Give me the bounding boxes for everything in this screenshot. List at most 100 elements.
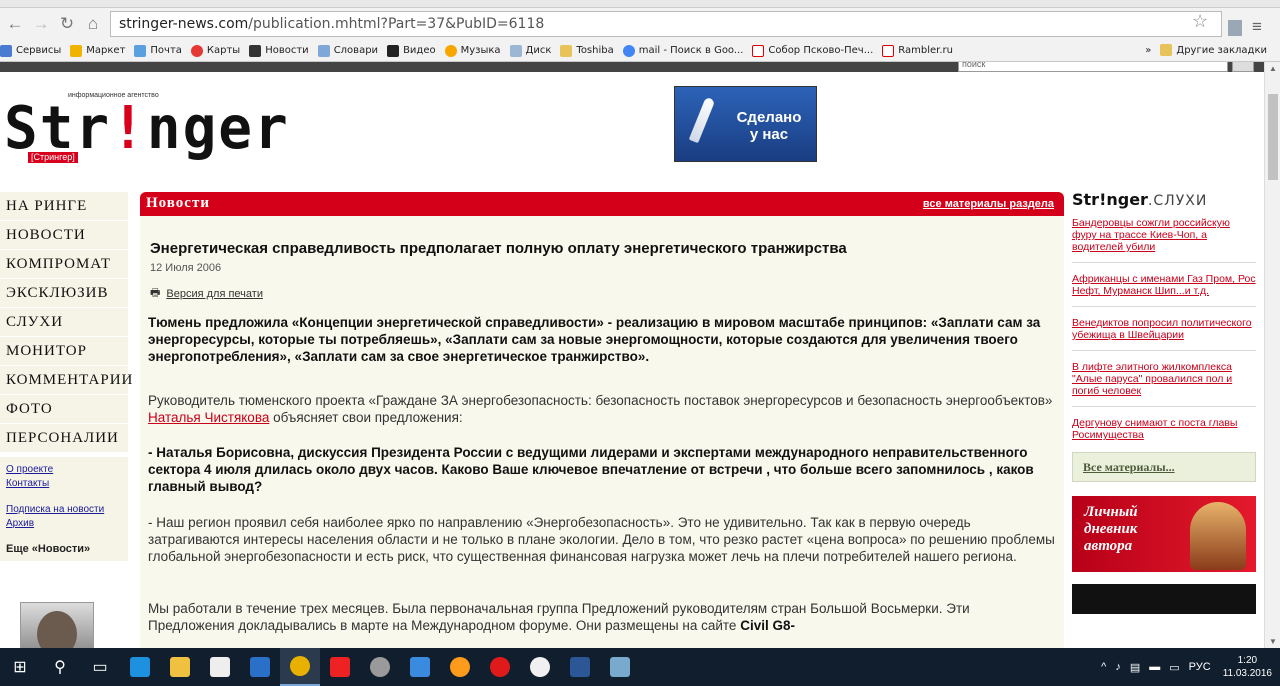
bookmark-item[interactable]: Карты [190,44,240,57]
news-thumbnail[interactable] [20,602,94,648]
nav-item-monitor[interactable]: Монитор [0,337,128,366]
store-icon[interactable] [200,648,240,686]
folder-icon [560,44,573,57]
nav-item-comments[interactable]: Комментарии [0,366,132,395]
bookmark-item[interactable]: Сервисы [0,44,61,57]
bookmark-item[interactable]: Новости [249,44,309,57]
archive-link[interactable]: Архив [6,517,122,531]
language-indicator[interactable]: РУС [1189,661,1211,673]
bookmark-item[interactable]: Видео [387,44,436,57]
bookmark-star-icon[interactable]: ☆ [1192,11,1208,32]
all-rumors-button[interactable]: Все материалы... [1072,452,1256,482]
notification-icon[interactable]: ▭ [1169,661,1179,674]
bookmarks-more[interactable]: » [1145,44,1151,56]
logo-subtitle: [Стрингер] [28,152,78,163]
contacts-link[interactable]: Контакты [6,477,122,491]
url-host: stringer-news.com [119,16,249,32]
bookmark-item[interactable]: Почта [134,44,182,57]
mail-app-icon[interactable] [400,648,440,686]
explorer-icon[interactable] [160,648,200,686]
nav-item-exclusive[interactable]: Эксклюзив [0,279,128,308]
rumor-link[interactable]: Бандеровцы сожгли российскую фуру на тра… [1072,217,1256,263]
other-bookmarks[interactable]: Другие закладки [1160,44,1267,56]
about-link[interactable]: О проекте [6,463,122,477]
rumor-link[interactable]: Венедиктов попросил политического убежищ… [1072,317,1256,351]
scroll-down-icon[interactable]: ▼ [1269,637,1277,646]
yandex-browser-icon[interactable] [320,648,360,686]
nav-item-kompromat[interactable]: Компромат [0,250,128,279]
back-icon[interactable]: ← [4,14,26,34]
nav-item-photo[interactable]: Фото [0,395,128,424]
site-logo[interactable]: информационное агентство Str!nger [Стрин… [4,92,288,163]
web-page: поиск информационное агентство Str!nger … [0,62,1264,648]
app-icon[interactable] [440,648,480,686]
section-header: Новости все материалы раздела [140,192,1064,216]
article-date: 12 Июля 2006 [150,262,222,274]
browser-tabstrip [0,0,1280,8]
dictionary-icon [317,44,330,57]
browser-toolbar: ← → ↻ ⌂ stringer-news.com/publication.mh… [0,8,1280,40]
outlook-icon[interactable] [240,648,280,686]
address-bar[interactable]: stringer-news.com/publication.mhtml?Part… [110,11,1222,37]
forward-icon[interactable]: → [30,14,52,34]
rumor-link[interactable]: В лифте элитного жилкомплекса "Алые пару… [1072,361,1256,407]
windows-start-icon[interactable]: ⊞ [0,648,40,686]
site-search-input[interactable]: поиск [958,62,1228,72]
volume-icon[interactable]: ♪ [1115,661,1121,673]
author-diary-banner[interactable]: Личный дневник автора [1072,496,1256,572]
extension-icon[interactable] [1228,20,1242,36]
network-icon[interactable]: ▤ [1130,661,1140,674]
article-paragraph: Мы работали в течение трех месяцев. Была… [148,601,970,633]
bookmark-item[interactable]: Маркет [70,44,125,57]
about-links: О проекте Контакты [0,457,128,495]
app-icon[interactable] [600,648,640,686]
bookmark-item[interactable]: Собор Псково-Печ... [752,44,873,57]
subscribe-link[interactable]: Подписка на новости [6,503,122,517]
nav-item-ring[interactable]: На ринге [0,192,128,221]
author-portrait [1190,502,1246,570]
bookmark-item[interactable]: Rambler.ru [882,44,953,57]
opera-icon[interactable] [480,648,520,686]
windows-taskbar: ⊞ ⚲ ▭ ^ ♪ ▤ ▬ ▭ РУС 1:20 11.03.2016 [0,648,1280,686]
bookmark-item[interactable]: Toshiba [560,44,614,57]
task-view-icon[interactable]: ▭ [80,648,120,686]
print-version[interactable]: 🖶 Версия для печати [150,284,263,303]
nav-item-rumors[interactable]: Слухи [0,308,128,337]
rumors-logo[interactable]: Str!nger.СЛУХИ [1072,190,1256,209]
print-version-link[interactable]: Версия для печати [166,288,263,300]
chrome-icon[interactable] [280,648,320,686]
word-icon[interactable] [560,648,600,686]
rumor-link[interactable]: Африканцы с именами Газ Пром, Рос Нефт, … [1072,273,1256,307]
bookmarks-bar: Сервисы Маркет Почта Карты Новости Слова… [0,40,1280,62]
menu-icon[interactable]: ≡ [1252,17,1262,37]
clock[interactable]: 1:20 11.03.2016 [1223,654,1272,680]
bookmark-item[interactable]: mail - Поиск в Goo... [622,44,743,57]
author-link[interactable]: Наталья Чистякова [148,410,269,425]
battery-icon[interactable]: ▬ [1149,661,1160,673]
tray-arrow-icon[interactable]: ^ [1101,661,1106,673]
nav-item-news[interactable]: Новости [0,221,128,250]
page-scrollbar[interactable]: ▲ ▼ [1264,62,1280,648]
yandex-icon [752,44,765,57]
bookmark-item[interactable]: Диск [509,44,551,57]
site-search-button[interactable] [1232,62,1254,72]
scroll-thumb[interactable] [1268,94,1278,180]
nav-item-persons[interactable]: Персоналии [0,424,128,453]
search-icon[interactable]: ⚲ [40,648,80,686]
promo-banner[interactable]: Сделано у нас [674,86,817,162]
all-materials-link[interactable]: все материалы раздела [923,198,1054,210]
edge-icon[interactable] [120,648,160,686]
scroll-up-icon[interactable]: ▲ [1269,64,1277,73]
video-icon [387,44,400,57]
bookmark-item[interactable]: Словари [317,44,378,57]
home-icon[interactable]: ⌂ [82,14,104,34]
rumor-link[interactable]: Дергунову снимают с поста главы Росимуще… [1072,417,1256,450]
reload-icon[interactable]: ↻ [56,14,78,34]
section-title: Новости [146,195,210,211]
yandex-icon[interactable] [520,648,560,686]
more-news-heading: Еще «Новости» [0,535,128,561]
black-banner[interactable] [1072,584,1256,614]
subscribe-links: Подписка на новости Архив [0,495,128,535]
media-player-icon[interactable] [360,648,400,686]
bookmark-item[interactable]: Музыка [444,44,501,57]
